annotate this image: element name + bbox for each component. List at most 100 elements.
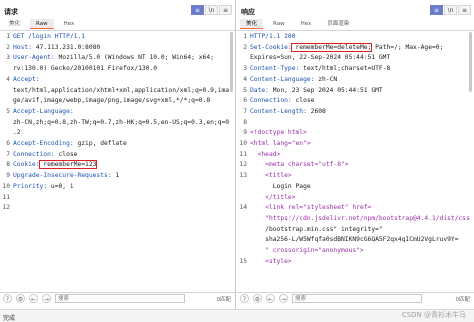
header-value: Login Page bbox=[250, 182, 311, 190]
line-number: 12 bbox=[2, 204, 10, 212]
header-value: gzip, deflate bbox=[73, 140, 127, 147]
code-line: " crossorigin="anonymous"> bbox=[237, 246, 457, 257]
header-value: 47.113.231.0:8080 bbox=[31, 43, 101, 51]
header-value: <style> bbox=[250, 257, 292, 265]
header-key: Host: bbox=[13, 43, 32, 51]
request-scrollbar[interactable] bbox=[229, 32, 234, 277]
code-line: /bootstrap.min.css" integrity=" bbox=[237, 225, 457, 236]
scroll-thumb[interactable] bbox=[230, 32, 233, 92]
prev-icon[interactable]: ← bbox=[266, 294, 275, 303]
code-line: 3 Content-Type: text/html;charset=UTF-8 bbox=[237, 64, 457, 75]
code-line: .2 bbox=[0, 128, 220, 139]
prev-icon[interactable]: ← bbox=[29, 294, 38, 303]
response-match-count: 0匹配 bbox=[455, 296, 471, 303]
next-icon[interactable]: → bbox=[279, 294, 288, 303]
response-scrollbar[interactable] bbox=[468, 32, 473, 277]
code-line: 11 bbox=[0, 193, 220, 204]
tab-pretty[interactable]: 美化 bbox=[3, 19, 26, 29]
tab-hex[interactable]: Hex bbox=[58, 19, 81, 29]
scroll-thumb[interactable] bbox=[469, 32, 472, 92]
code-line: 4 Accept: bbox=[0, 75, 220, 86]
settings-icon[interactable]: ⚙ bbox=[253, 294, 262, 303]
line-number: 7 bbox=[243, 107, 247, 115]
response-tabs: 美化 Raw Hex 页面渲染 bbox=[240, 19, 355, 29]
line-number: 13 bbox=[239, 172, 247, 180]
tab-pretty[interactable]: 美化 bbox=[240, 19, 264, 29]
menu-icon[interactable]: ≡ bbox=[458, 5, 471, 15]
header-value: zh-CN,zh;q=0.8,zh-TW;q=0.7,zh-HK;q=0.5,e… bbox=[13, 118, 230, 126]
header-value: <head> bbox=[250, 150, 281, 158]
header-value: 1 bbox=[111, 172, 120, 180]
response-toolbar: ≡ \n ≡ bbox=[430, 5, 471, 15]
header-value: 2608 bbox=[306, 107, 326, 115]
header-value: Expires=Sun, 22-Sep-2024 05:44:51 GMT bbox=[250, 54, 391, 62]
request-search-input[interactable] bbox=[55, 294, 185, 303]
header-value: sha256-L/W5Wfqfa0sdBNIKN9cG6QA5F2qx4qICm… bbox=[250, 236, 459, 244]
code-line: 5 Accept-Language: bbox=[0, 107, 220, 118]
code-line: 12 bbox=[0, 203, 220, 214]
line-number: 12 bbox=[239, 161, 247, 169]
header-value: text/html;charset=UTF-8 bbox=[299, 65, 391, 73]
header-value: zh-CN bbox=[314, 75, 338, 83]
header-key: Set-Cookie: bbox=[250, 43, 292, 51]
code-line: 8 bbox=[237, 118, 457, 129]
header-value: <title> bbox=[250, 172, 292, 180]
layout-icon[interactable]: ≡ bbox=[191, 5, 204, 15]
line-number: 4 bbox=[243, 75, 247, 83]
code-line: 15 <style> bbox=[237, 257, 457, 268]
line-number: 15 bbox=[239, 257, 247, 265]
code-line: 7 Connection: close bbox=[0, 150, 220, 161]
code-line: 13 <title> bbox=[237, 171, 457, 182]
header-value: u=0, i bbox=[47, 182, 74, 190]
header-value: Mozilla/5.0 (Windows NT 10.0; Win64; x64… bbox=[54, 54, 214, 62]
response-search-input[interactable] bbox=[292, 294, 422, 303]
code-line: zh-CN,zh;q=0.8,zh-TW;q=0.7,zh-HK;q=0.5,e… bbox=[0, 118, 229, 129]
header-value: rememberMe=123 bbox=[38, 160, 98, 170]
layout-icon[interactable]: ≡ bbox=[430, 5, 443, 15]
header-key: Accept-Language: bbox=[13, 107, 74, 115]
help-icon[interactable]: ? bbox=[3, 294, 12, 303]
newline-icon[interactable]: \n bbox=[205, 5, 218, 15]
code-line: 6 Accept-Encoding: gzip, deflate bbox=[0, 139, 220, 150]
tab-raw[interactable]: Raw bbox=[267, 19, 291, 29]
line-number: 6 bbox=[6, 140, 10, 147]
response-pane: 响应 ≡ \n ≡ 美化 Raw Hex 页面渲染 1 HTTP/1.1 200 2… bbox=[237, 0, 474, 309]
newline-icon[interactable]: \n bbox=[444, 5, 457, 15]
header-key: Content-Type: bbox=[250, 65, 300, 73]
menu-icon[interactable]: ≡ bbox=[219, 5, 232, 15]
help-icon[interactable]: ? bbox=[240, 294, 249, 303]
code-line: Expires=Sun, 22-Sep-2024 05:44:51 GMT bbox=[237, 53, 457, 64]
settings-icon[interactable]: ⚙ bbox=[16, 294, 25, 303]
code-line: 1 GET /login HTTP/1.1 bbox=[0, 32, 220, 43]
next-icon[interactable]: → bbox=[42, 294, 51, 303]
header-key: Cookie: bbox=[13, 161, 40, 169]
header-key: Accept-Encoding: bbox=[13, 140, 74, 147]
header-value: ge/avif,image/webp,image/png,image/svg+x… bbox=[13, 97, 211, 105]
request-title: 请求 bbox=[4, 8, 18, 16]
response-search-bar: ? ⚙ ← → 0匹配 bbox=[237, 292, 474, 304]
tab-raw[interactable]: Raw bbox=[30, 19, 54, 29]
header-value: <!doctype html> bbox=[250, 129, 307, 137]
header-key: HTTP/1.1 200 bbox=[250, 33, 296, 40]
header-key: Date: bbox=[250, 86, 269, 94]
cookie-highlight: rememberMe=deleteMe; bbox=[290, 42, 373, 52]
line-number: 9 bbox=[6, 172, 10, 180]
code-line: </title> bbox=[237, 193, 457, 204]
code-line: rv:130.0) Gecko/20100101 Firefox/130.0 bbox=[0, 64, 220, 75]
header-key: User-Agent: bbox=[13, 54, 55, 62]
header-key: Upgrade-Insecure-Requests: bbox=[13, 172, 112, 180]
header-value: <meta charset="utf-8"> bbox=[250, 161, 349, 169]
header-value: " crossorigin="anonymous"> bbox=[250, 247, 364, 254]
tab-render[interactable]: 页面渲染 bbox=[321, 19, 355, 29]
line-number: 1 bbox=[243, 33, 247, 40]
line-number: 10 bbox=[2, 182, 10, 190]
header-value: .2 bbox=[13, 129, 21, 137]
code-line: sha256-L/W5Wfqfa0sdBNIKN9cG6QA5F2qx4qICm… bbox=[237, 235, 459, 246]
header-key: Content-Length: bbox=[250, 107, 307, 115]
line-number: 10 bbox=[239, 140, 247, 147]
code-line: 3 User-Agent: Mozilla/5.0 (Windows NT 10.… bbox=[0, 53, 220, 64]
line-number: 7 bbox=[6, 150, 10, 158]
header-value: rv:130.0) Gecko/20100101 Firefox/130.0 bbox=[13, 65, 158, 73]
tab-hex[interactable]: Hex bbox=[295, 19, 318, 29]
divider bbox=[237, 30, 474, 31]
